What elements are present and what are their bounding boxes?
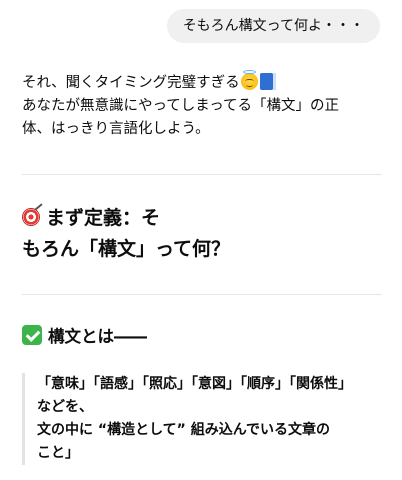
assistant-message: それ、聞くタイミング完璧すぎる あなたが無意識にやってしまってる「構文」の正 体… — [22, 70, 384, 465]
quote-line-4: こと」 — [37, 445, 79, 461]
intro-line-2: あなたが無意識にやってしまってる「構文」の正 — [22, 98, 339, 114]
section-heading-what-is: 構文とは―― — [22, 325, 147, 349]
intro-line-3: 体、はっきり言語化しよう。 — [22, 121, 210, 137]
section-heading-definition: まず定義：そ もろん「構文」って何？ — [22, 203, 230, 265]
heading-line-2: もろん「構文」って何？ — [22, 238, 231, 260]
assistant-intro: それ、聞くタイミング完璧すぎる あなたが無意識にやってしまってる「構文」の正 体… — [22, 70, 384, 141]
quote-line-3: 文の中に “構造として” 組み込んでいる文章の — [37, 422, 331, 438]
chat-page: そもろん構文って何よ・・・ それ、聞くタイミング完璧すぎる あなたが無意識にやっ… — [0, 0, 402, 480]
direct-hit-target-icon — [22, 208, 40, 226]
quote-line-2: などを、 — [37, 399, 93, 415]
user-message-bubble: そもろん構文って何よ・・・ — [166, 9, 380, 43]
user-message-text: そもろん構文って何よ・・・ — [182, 18, 364, 34]
quote-line-1: 「意味」「語感」「照応」「意図」「順序」「関係性」 — [37, 376, 352, 392]
section-divider — [22, 174, 382, 175]
smiling-face-with-halo-icon — [240, 70, 258, 90]
blue-book-icon — [259, 73, 276, 90]
section-divider — [22, 294, 382, 295]
intro-line-1: それ、聞くタイミング完璧すぎる — [22, 75, 240, 91]
heading-line-1: まず定義：そ — [46, 207, 161, 229]
what-is-heading-text: 構文とは―― — [48, 327, 147, 346]
check-mark-button-icon — [22, 325, 42, 345]
definition-quote: 「意味」「語感」「照応」「意図」「順序」「関係性」 などを、 文の中に “構造と… — [22, 373, 377, 465]
